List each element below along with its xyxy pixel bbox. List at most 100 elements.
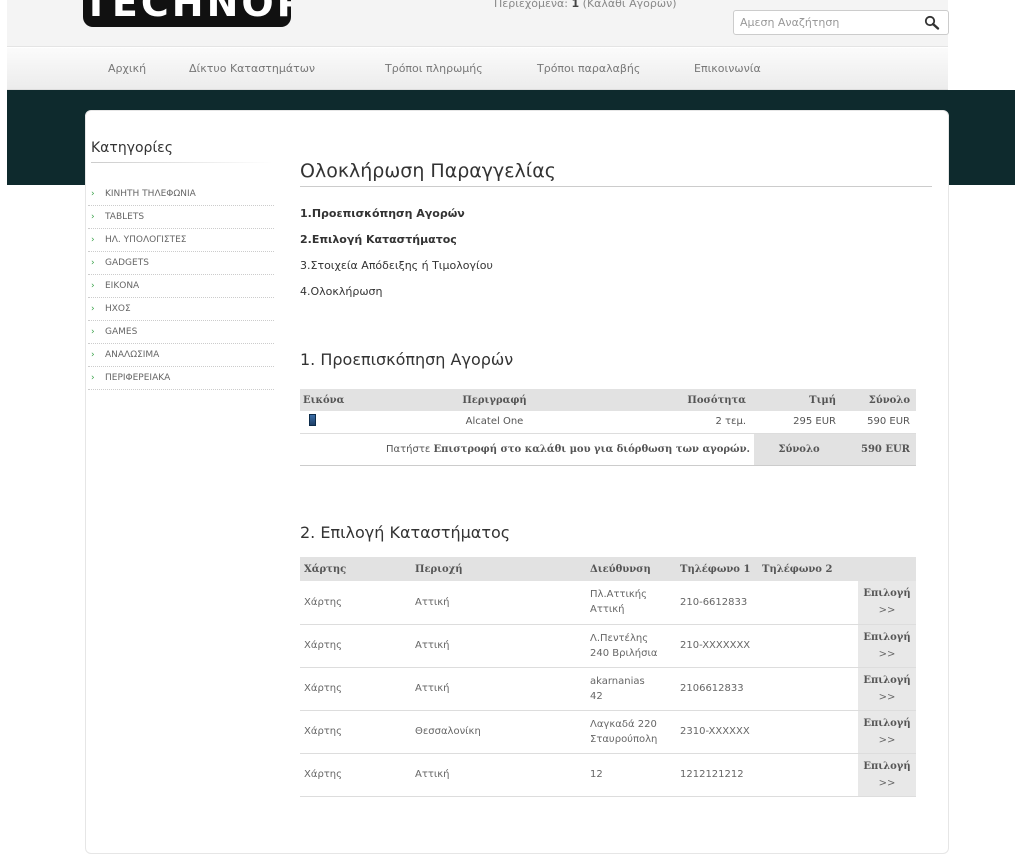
nav-payment-methods[interactable]: Τρόποι πληρωμής	[385, 62, 483, 75]
store-phone-1: 210-6612833	[676, 581, 758, 625]
select-store-button[interactable]: Επιλογή >>	[858, 753, 916, 797]
column-header: Περιοχή	[411, 557, 586, 581]
nav-home[interactable]: Αρχική	[108, 62, 146, 75]
total-value: 590 EUR	[844, 432, 916, 466]
table-row: Χάρτης Αττική Λ.Πεντέλης 240 Βριλήσια 210…	[300, 624, 916, 668]
category-item[interactable]: › ΗΧΟΣ	[88, 298, 274, 321]
preview-section-title: 1. Προεπισκόπηση Αγορών	[300, 350, 514, 369]
column-header: Διεύθυνση	[586, 557, 676, 581]
step-item: 1.Προεπισκόπηση Αγορών	[300, 207, 465, 220]
category-label: ΗΛ. ΥΠΟΛΟΓΙΣΤΕΣ	[105, 235, 187, 245]
chevron-right-icon: ›	[91, 281, 95, 291]
search-input[interactable]	[740, 14, 910, 31]
site-logo[interactable]: TECHNOPOLIS	[83, 0, 291, 27]
product-total: 590 EUR	[867, 416, 910, 428]
search-box	[733, 10, 949, 35]
search-icon[interactable]	[924, 15, 940, 31]
page-title: Ολοκλήρωση Παραγγελίας	[300, 160, 556, 182]
store-phone-2	[758, 581, 858, 625]
store-phone-1: 2106612833	[676, 667, 758, 711]
chevron-right-icon: ›	[91, 189, 95, 199]
category-label: TABLETS	[105, 212, 145, 222]
chevron-right-icon: ›	[91, 327, 95, 337]
cart-count: 1	[571, 0, 580, 10]
store-address: akarnanias 42	[586, 667, 676, 711]
chevron-right-icon: ›	[91, 212, 95, 222]
column-header: Περιγραφή	[362, 389, 627, 411]
store-address: 12	[586, 753, 676, 797]
store-phone-2	[758, 710, 858, 754]
product-thumbnail[interactable]	[309, 414, 316, 427]
chevron-right-icon: ›	[91, 235, 95, 245]
product-description: Alcatel One	[465, 416, 524, 428]
category-label: ΚΙΝΗΤΗ ΤΗΛΕΦΩΝΙΑ	[105, 189, 196, 199]
category-list: › ΚΙΝΗΤΗ ΤΗΛΕΦΩΝΙΑ › TABLETS › ΗΛ. ΥΠΟΛΟΓΙΣ…	[88, 183, 274, 390]
chevron-right-icon: ›	[91, 258, 95, 268]
store-phone-2	[758, 624, 858, 668]
store-phone-2	[758, 753, 858, 797]
column-header: Τηλέφωνο 2	[758, 557, 858, 581]
chevron-right-icon: ›	[91, 350, 95, 360]
store-phone-1: 210-XXXXXXX	[676, 624, 758, 668]
store-region: Αττική	[411, 667, 586, 711]
select-store-button[interactable]: Επιλογή >>	[858, 710, 916, 754]
nav-contact[interactable]: Επικοινωνία	[694, 62, 761, 75]
category-item[interactable]: › ΕΙΚΟΝΑ	[88, 275, 274, 298]
select-store-button[interactable]: Επιλογή >>	[858, 667, 916, 711]
table-row: Χάρτης Αττική akarnanias 42 2106612833 Επ…	[300, 667, 916, 711]
category-label: ΠΕΡΙΦΕΡΕΙΑΚΑ	[105, 373, 171, 383]
category-label: GADGETS	[105, 258, 149, 268]
store-address: Πλ.Αττικής Αττική	[586, 581, 676, 625]
category-item[interactable]: › ΗΛ. ΥΠΟΛΟΓΙΣΤΕΣ	[88, 229, 274, 252]
column-header: Χάρτης	[300, 557, 411, 581]
table-row: Χάρτης Αττική Πλ.Αττικής Αττική 210-66128…	[300, 581, 916, 625]
total-row: Πατήστε Επιστροφή στο καλάθι μου για διό…	[300, 432, 916, 466]
store-region: Αττική	[411, 581, 586, 625]
categories-title: Κατηγορίες	[91, 140, 173, 156]
store-address: Λαγκαδά 220 Σταυρούπολη	[586, 710, 676, 754]
table-row: Χάρτης Αττική 12 1212121212 Επιλογή >>	[300, 753, 916, 797]
nav-store-network[interactable]: Δίκτυο Καταστημάτων	[189, 62, 315, 75]
step-item: 2.Επιλογή Καταστήματος	[300, 233, 457, 246]
step-item: 3.Στοιχεία Απόδειξης ή Τιμολογίου	[300, 259, 493, 272]
main-nav: Αρχική Δίκτυο Καταστημάτων Τρόποι πληρωμ…	[7, 48, 948, 90]
category-item[interactable]: › ΑΝΑΛΩΣΙΜΑ	[88, 344, 274, 367]
category-label: ΗΧΟΣ	[105, 304, 131, 314]
total-label: Σύνολο	[754, 432, 844, 466]
column-header: Σύνολο	[844, 389, 916, 411]
category-item[interactable]: › ΚΙΝΗΤΗ ΤΗΛΕΦΩΝΙΑ	[88, 183, 274, 206]
stores-section-title: 2. Επιλογή Καταστήματος	[300, 523, 511, 542]
cart-suffix: (Καλάθι Αγορών)	[582, 0, 677, 10]
select-store-button[interactable]: Επιλογή >>	[858, 581, 916, 625]
order-preview-table: Εικόνα Περιγραφή Ποσότητα Τιμή Σύνολο Al…	[300, 389, 916, 466]
checkout-steps: 1.Προεπισκόπηση Αγορών 2.Επιλογή Καταστή…	[300, 207, 493, 311]
logo-text: TECHNOPOLIS	[83, 0, 291, 25]
select-store-button[interactable]: Επιλογή >>	[858, 624, 916, 668]
map-link[interactable]: Χάρτης	[300, 753, 411, 797]
category-item[interactable]: › GAMES	[88, 321, 274, 344]
map-link[interactable]: Χάρτης	[300, 581, 411, 625]
chevron-right-icon: ›	[91, 373, 95, 383]
store-phone-1: 1212121212	[676, 753, 758, 797]
product-price: 295 EUR	[793, 416, 836, 428]
column-header: Τιμή	[754, 389, 844, 411]
category-item[interactable]: › ΠΕΡΙΦΕΡΕΙΑΚΑ	[88, 367, 274, 390]
map-link[interactable]: Χάρτης	[300, 667, 411, 711]
nav-delivery-methods[interactable]: Τρόποι παραλαβής	[537, 62, 640, 75]
category-label: ΑΝΑΛΩΣΙΜΑ	[105, 350, 160, 360]
column-header: Τηλέφωνο 1	[676, 557, 758, 581]
map-link[interactable]: Χάρτης	[300, 710, 411, 754]
return-to-cart-link[interactable]: Επιστροφή στο καλάθι μου για διόρθωση τω…	[433, 444, 750, 455]
chevron-right-icon: ›	[91, 304, 95, 314]
store-phone-2	[758, 667, 858, 711]
category-item[interactable]: › GADGETS	[88, 252, 274, 275]
cart-summary[interactable]: Περιεχόμενα: 1 (Καλάθι Αγορών)	[494, 0, 677, 10]
category-item[interactable]: › TABLETS	[88, 206, 274, 229]
store-address: Λ.Πεντέλης 240 Βριλήσια	[586, 624, 676, 668]
map-link[interactable]: Χάρτης	[300, 624, 411, 668]
store-region: Αττική	[411, 624, 586, 668]
table-header-row: Εικόνα Περιγραφή Ποσότητα Τιμή Σύνολο	[300, 389, 916, 411]
categories-divider	[91, 162, 273, 163]
store-phone-1: 2310-XXXXXX	[676, 710, 758, 754]
column-header: Εικόνα	[300, 389, 362, 411]
